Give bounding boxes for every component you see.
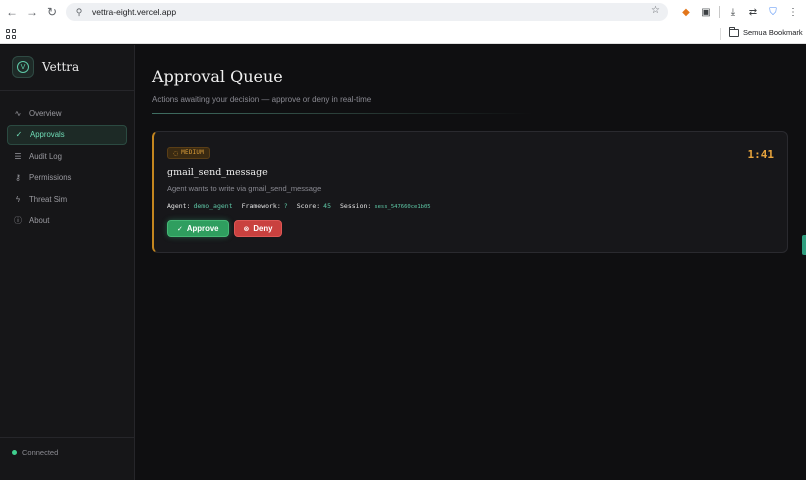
sidebar-item-label: Approvals [30, 130, 65, 140]
request-description: Agent wants to write via gmail_send_mess… [167, 184, 322, 193]
sidebar-footer-divider [0, 437, 134, 438]
bookmark-separator [720, 28, 721, 40]
site-settings-icon[interactable]: ⚲ [72, 5, 86, 19]
approval-card: ◌ MEDIUM 1:41 gmail_send_message Agent w… [152, 131, 788, 253]
main-content: Approval Queue Actions awaiting your dec… [135, 45, 806, 480]
agent-value: demo_agent [193, 202, 233, 210]
connection-status-text: Connected [22, 448, 59, 457]
sidebar: V Vettra ∿ Overview ✓ Approvals ☰ Audit … [0, 45, 135, 480]
page-title: Approval Queue [152, 67, 283, 86]
framework-value: ? [283, 202, 288, 210]
activity-icon: ∿ [14, 108, 22, 118]
brand-name: Vettra [42, 60, 80, 74]
profile-shield-icon[interactable]: ⛉ [766, 5, 780, 19]
risk-level-icon: ◌ [173, 149, 179, 157]
forward-icon[interactable]: → [22, 2, 42, 22]
title-divider [152, 113, 532, 114]
status-dot-icon [12, 450, 17, 455]
back-icon[interactable]: ← [2, 2, 22, 22]
document-icon: ☰ [14, 151, 22, 161]
browser-toolbar: ← → ↻ ⚲ vettra-eight.vercel.app ☆ ◆ ▣ ⤓ … [0, 0, 806, 24]
media-controls-icon[interactable]: ⇄ [746, 5, 760, 19]
extensions-puzzle-icon[interactable]: ▣ [699, 5, 713, 19]
folder-icon [729, 26, 739, 37]
sidebar-item-label: Audit Log [29, 151, 62, 161]
extensions-area: ◆ ▣ ⤓ ⇄ ⛉ ⋮ [679, 3, 800, 21]
page-subtitle: Actions awaiting your decision — approve… [152, 95, 372, 104]
sidebar-item-overview[interactable]: ∿ Overview [7, 103, 127, 123]
approval-actions: ✓ Approve ⊗ Deny [167, 220, 283, 237]
sidebar-item-approvals[interactable]: ✓ Approvals [7, 124, 127, 145]
countdown-timer: 1:41 [747, 148, 775, 161]
sidebar-nav: ∿ Overview ✓ Approvals ☰ Audit Log ⚷ Per… [7, 103, 127, 233]
browser-menu-icon[interactable]: ⋮ [786, 5, 800, 19]
side-panel-handle[interactable] [802, 235, 806, 255]
x-circle-icon: ⊗ [243, 224, 250, 233]
sidebar-item-label: Permissions [29, 173, 72, 183]
sidebar-item-label: Threat Sim [29, 194, 68, 204]
sidebar-item-permissions[interactable]: ⚷ Permissions [7, 168, 127, 188]
session-value: sess_547660ce1b05 [374, 204, 431, 210]
sidebar-item-label: About [29, 216, 50, 226]
lightning-icon: ϟ [15, 194, 21, 204]
session-label: Session: [340, 202, 372, 210]
bookmarks-bar: Semua Bookmark [0, 24, 806, 44]
downloads-icon[interactable]: ⤓ [726, 5, 740, 19]
request-metadata: Agent: demo_agent Framework: ? Score: 45… [167, 202, 440, 210]
score-label: Score: [296, 202, 321, 210]
info-icon: ⓘ [14, 216, 22, 226]
sidebar-divider [0, 90, 134, 91]
deny-label: Deny [253, 224, 273, 233]
metamask-extension-icon[interactable]: ◆ [679, 5, 693, 19]
approve-label: Approve [186, 224, 219, 233]
all-bookmarks-folder[interactable]: Semua Bookmark [729, 26, 803, 37]
address-bar[interactable]: ⚲ vettra-eight.vercel.app ☆ [66, 3, 668, 21]
connection-status: Connected [12, 448, 58, 457]
key-icon: ⚷ [15, 173, 21, 183]
apps-grid-icon[interactable] [6, 29, 16, 39]
score-value: 45 [323, 202, 331, 210]
sidebar-item-label: Overview [29, 108, 62, 118]
brand[interactable]: V Vettra [12, 56, 79, 78]
reload-icon[interactable]: ↻ [42, 2, 62, 22]
deny-button[interactable]: ⊗ Deny [233, 220, 283, 237]
agent-label: Agent: [167, 202, 191, 210]
sidebar-item-threat-sim[interactable]: ϟ Threat Sim [7, 189, 127, 209]
bookmark-star-icon[interactable]: ☆ [651, 5, 660, 16]
app-root: V Vettra ∿ Overview ✓ Approvals ☰ Audit … [0, 45, 806, 480]
approve-button[interactable]: ✓ Approve [167, 220, 229, 237]
check-circle-icon: ✓ [15, 130, 23, 140]
sidebar-item-audit-log[interactable]: ☰ Audit Log [7, 146, 127, 166]
toolbar-separator [719, 6, 720, 18]
framework-label: Framework: [241, 202, 281, 210]
sidebar-item-about[interactable]: ⓘ About [7, 211, 127, 231]
url-text[interactable]: vettra-eight.vercel.app [92, 7, 176, 17]
all-bookmarks-label: Semua Bookmark [743, 28, 803, 37]
risk-badge: ◌ MEDIUM [167, 147, 210, 159]
check-circle-icon: ✓ [177, 224, 183, 233]
logo-mark: V [17, 61, 29, 73]
risk-level-label: MEDIUM [181, 150, 204, 156]
vettra-logo-icon: V [12, 56, 34, 78]
tool-name: gmail_send_message [167, 167, 268, 178]
